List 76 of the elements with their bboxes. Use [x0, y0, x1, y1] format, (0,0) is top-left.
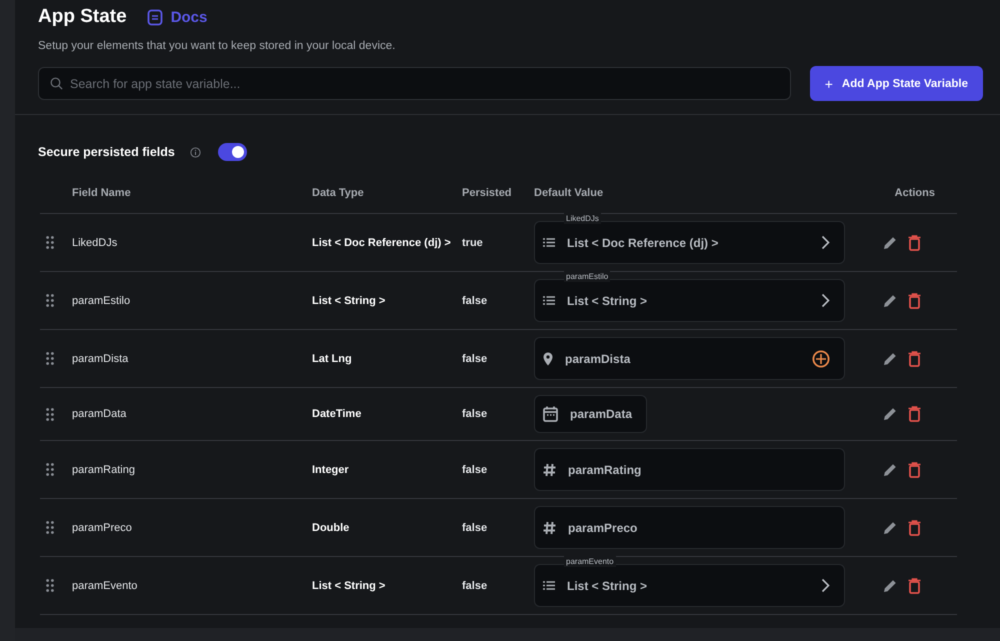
default-value-field[interactable]: paramDista [534, 337, 845, 380]
delete-trash-icon[interactable] [908, 520, 920, 536]
persisted-value: false [462, 294, 488, 306]
edit-pencil-icon[interactable] [882, 406, 898, 422]
delete-trash-icon[interactable] [908, 350, 920, 366]
default-value-field[interactable]: List < String > [534, 564, 845, 607]
edit-pencil-icon[interactable] [882, 520, 898, 536]
edit-pencil-icon[interactable] [882, 462, 898, 478]
calendar-icon [543, 406, 558, 422]
default-value-field[interactable]: paramRating [534, 448, 845, 491]
delete-trash-icon[interactable] [908, 578, 920, 594]
search-icon [50, 77, 63, 90]
field-name: LikedDJs [72, 236, 118, 248]
persisted-value: false [462, 408, 488, 420]
data-type: Double [312, 522, 350, 534]
drag-handle-icon[interactable] [46, 579, 54, 592]
hash-icon [543, 462, 556, 476]
page-title: App State [38, 6, 127, 28]
column-header: Field Name [72, 187, 132, 199]
default-value-field[interactable]: List < Doc Reference (dj) > [534, 221, 845, 264]
field-name: paramEvento [72, 580, 138, 592]
delete-trash-icon[interactable] [908, 234, 920, 250]
edit-pencil-icon[interactable] [882, 578, 898, 594]
hash-icon [543, 520, 556, 534]
field-name: paramPreco [72, 522, 133, 534]
drag-handle-icon[interactable] [46, 521, 54, 534]
field-name: paramRating [72, 464, 136, 476]
data-type: Lat Lng [312, 352, 353, 364]
field-label: LikedDJs [564, 213, 601, 224]
column-header: Persisted [462, 187, 513, 199]
drag-handle-icon[interactable] [46, 352, 54, 365]
persisted-value: false [462, 522, 488, 534]
chevron-right-icon [821, 578, 830, 593]
location-pin-icon [543, 352, 553, 366]
drag-handle-icon[interactable] [46, 294, 54, 307]
data-type: DateTime [312, 408, 362, 420]
persisted-value: false [462, 580, 488, 592]
default-value-field[interactable]: paramData [534, 395, 648, 433]
list-icon [543, 296, 555, 305]
info-icon [190, 146, 201, 158]
page-subtitle: Setup your elements that you want to keep stored in your local device. [38, 40, 396, 52]
field-label: paramEstilo [564, 271, 610, 282]
field-name: paramEstilo [72, 294, 132, 306]
field-name: paramDista [72, 352, 130, 364]
default-value-field[interactable]: paramPreco [534, 506, 845, 549]
list-icon [543, 581, 555, 590]
delete-trash-icon[interactable] [908, 406, 920, 422]
secure-fields-toggle[interactable] [218, 143, 247, 161]
data-type: List < String > [312, 580, 386, 592]
column-header: Default Value [534, 187, 604, 199]
search-field[interactable]: Search for app state variable... [38, 67, 791, 100]
edit-pencil-icon[interactable] [882, 234, 898, 250]
edit-pencil-icon[interactable] [882, 350, 898, 366]
delete-trash-icon[interactable] [908, 462, 920, 478]
field-label: paramEvento [564, 556, 616, 567]
document-icon [146, 8, 163, 26]
persisted-value: false [462, 352, 488, 364]
drag-handle-icon[interactable] [46, 463, 54, 476]
persisted-value: false [462, 464, 488, 476]
data-type: List < String > [312, 294, 386, 306]
chevron-right-icon [821, 235, 830, 250]
list-icon [543, 238, 555, 247]
drag-handle-icon[interactable] [46, 236, 54, 249]
secure-fields-label: Secure persisted fields [38, 145, 175, 159]
drag-handle-icon[interactable] [46, 408, 54, 420]
persisted-value: true [462, 236, 484, 248]
column-header: Actions [894, 187, 935, 199]
column-header: Data Type [312, 187, 365, 199]
field-name: paramData [72, 408, 128, 420]
chevron-right-icon [821, 293, 830, 308]
data-type: List < Doc Reference (dj) > [312, 236, 452, 248]
delete-trash-icon[interactable] [908, 292, 920, 308]
add-variable-button[interactable]: + Add App State Variable [810, 66, 983, 101]
edit-pencil-icon[interactable] [882, 292, 898, 308]
data-type: Integer [312, 464, 350, 476]
default-value-field[interactable]: List < String > [534, 279, 845, 322]
